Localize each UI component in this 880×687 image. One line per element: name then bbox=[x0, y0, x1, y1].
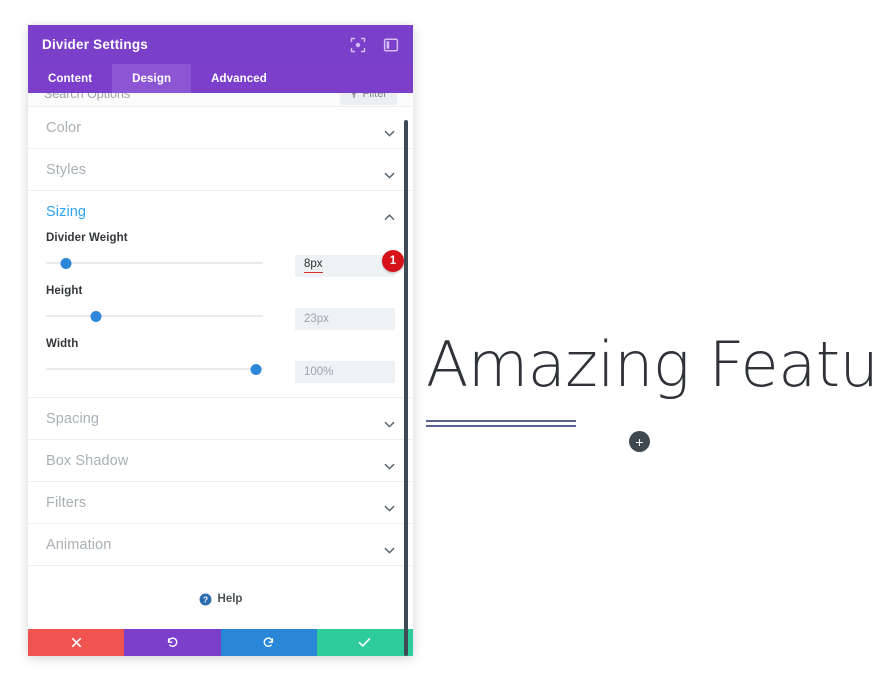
page-content: Amazing Features + bbox=[413, 0, 880, 687]
panel-footer bbox=[28, 629, 413, 656]
chevron-down-icon bbox=[384, 166, 395, 179]
section-filters-header[interactable]: Filters bbox=[46, 482, 395, 523]
section-sizing-header[interactable]: Sizing bbox=[46, 191, 395, 232]
slider-knob[interactable] bbox=[60, 258, 72, 269]
slider-track bbox=[46, 368, 263, 370]
help-row[interactable]: ? Help bbox=[28, 566, 413, 629]
divider-line-bottom bbox=[426, 425, 576, 427]
section-title: Spacing bbox=[46, 410, 100, 427]
section-title: Sizing bbox=[46, 203, 87, 220]
section-title: Filters bbox=[46, 494, 87, 511]
slider-track bbox=[46, 262, 263, 264]
panel-tabs: Content Design Advanced bbox=[28, 64, 413, 93]
section-styles: Styles bbox=[28, 149, 413, 191]
tab-advanced[interactable]: Advanced bbox=[191, 64, 287, 93]
field-label: Width bbox=[46, 338, 79, 350]
divider-module[interactable] bbox=[426, 414, 576, 434]
page-heading: Amazing Features bbox=[426, 328, 880, 401]
tab-content[interactable]: Content bbox=[28, 64, 112, 93]
field-width: Width 100% bbox=[46, 338, 395, 383]
add-module-button[interactable]: + bbox=[629, 431, 650, 452]
help-icon: ? bbox=[199, 593, 212, 606]
cancel-button[interactable] bbox=[28, 629, 125, 656]
section-box-shadow-header[interactable]: Box Shadow bbox=[46, 440, 395, 481]
redo-button[interactable] bbox=[220, 629, 317, 656]
divider-weight-slider[interactable] bbox=[46, 255, 263, 271]
chevron-down-icon bbox=[384, 541, 395, 554]
section-sizing: Sizing Divider Weight 8px 1 Height 23px … bbox=[28, 191, 413, 398]
redo-icon bbox=[262, 636, 275, 649]
height-slider[interactable] bbox=[46, 308, 263, 324]
section-animation-header[interactable]: Animation bbox=[46, 524, 395, 565]
field-row: 23px bbox=[46, 308, 395, 330]
chevron-down-icon bbox=[384, 457, 395, 470]
tab-design[interactable]: Design bbox=[112, 64, 192, 93]
chevron-down-icon bbox=[384, 124, 395, 137]
width-slider[interactable] bbox=[46, 361, 263, 377]
slider-track bbox=[46, 315, 263, 317]
section-color-header[interactable]: Color bbox=[46, 107, 395, 148]
panel-header-actions bbox=[350, 37, 399, 53]
section-title: Styles bbox=[46, 161, 87, 178]
field-label: Divider Weight bbox=[46, 232, 128, 244]
height-value: 23px bbox=[304, 313, 329, 325]
height-input[interactable]: 23px bbox=[295, 308, 395, 330]
width-value: 100% bbox=[304, 366, 334, 378]
check-icon bbox=[358, 637, 371, 648]
section-color: Color bbox=[28, 107, 413, 149]
field-label: Height bbox=[46, 285, 83, 297]
panel-body: Color Styles Sizing Divider Weight 8px 1… bbox=[28, 107, 413, 629]
field-height: Height 23px bbox=[46, 285, 395, 330]
divider-settings-panel: Divider Settings Content Design Advanced… bbox=[28, 25, 413, 656]
section-title: Animation bbox=[46, 536, 112, 553]
section-sizing-content: Divider Weight 8px 1 Height 23px Width 1… bbox=[46, 232, 404, 397]
fullscreen-icon[interactable] bbox=[350, 37, 366, 53]
panel-scrollbar[interactable] bbox=[404, 120, 408, 656]
screen: Divider Settings Content Design Advanced… bbox=[0, 0, 880, 687]
chevron-down-icon bbox=[384, 499, 395, 512]
save-button[interactable] bbox=[316, 629, 413, 656]
svg-text:?: ? bbox=[202, 594, 207, 604]
undo-button[interactable] bbox=[124, 629, 221, 656]
section-spacing: Spacing bbox=[28, 398, 413, 440]
divider-weight-value: 8px bbox=[304, 259, 323, 273]
panel-title: Divider Settings bbox=[42, 37, 148, 52]
help-label: Help bbox=[217, 593, 243, 605]
slider-knob[interactable] bbox=[90, 311, 102, 322]
chevron-up-icon bbox=[384, 208, 395, 221]
divider-line-top bbox=[426, 420, 576, 422]
step-badge-1: 1 bbox=[382, 250, 404, 272]
section-title: Box Shadow bbox=[46, 452, 129, 469]
panel-layout-icon[interactable] bbox=[383, 37, 399, 53]
section-box-shadow: Box Shadow bbox=[28, 440, 413, 482]
section-animation: Animation bbox=[28, 524, 413, 566]
section-title: Color bbox=[46, 119, 82, 136]
panel-header: Divider Settings bbox=[28, 25, 413, 64]
undo-icon bbox=[166, 636, 179, 649]
section-styles-header[interactable]: Styles bbox=[46, 149, 395, 190]
close-icon bbox=[71, 637, 82, 648]
field-divider-weight: Divider Weight 8px 1 bbox=[46, 232, 404, 277]
section-filters: Filters bbox=[28, 482, 413, 524]
slider-knob[interactable] bbox=[250, 364, 262, 375]
width-input[interactable]: 100% bbox=[295, 361, 395, 383]
section-spacing-header[interactable]: Spacing bbox=[46, 398, 395, 439]
chevron-down-icon bbox=[384, 415, 395, 428]
field-row: 100% bbox=[46, 361, 395, 383]
divider-weight-input[interactable]: 8px bbox=[295, 255, 395, 277]
field-row: 8px 1 bbox=[46, 250, 404, 277]
